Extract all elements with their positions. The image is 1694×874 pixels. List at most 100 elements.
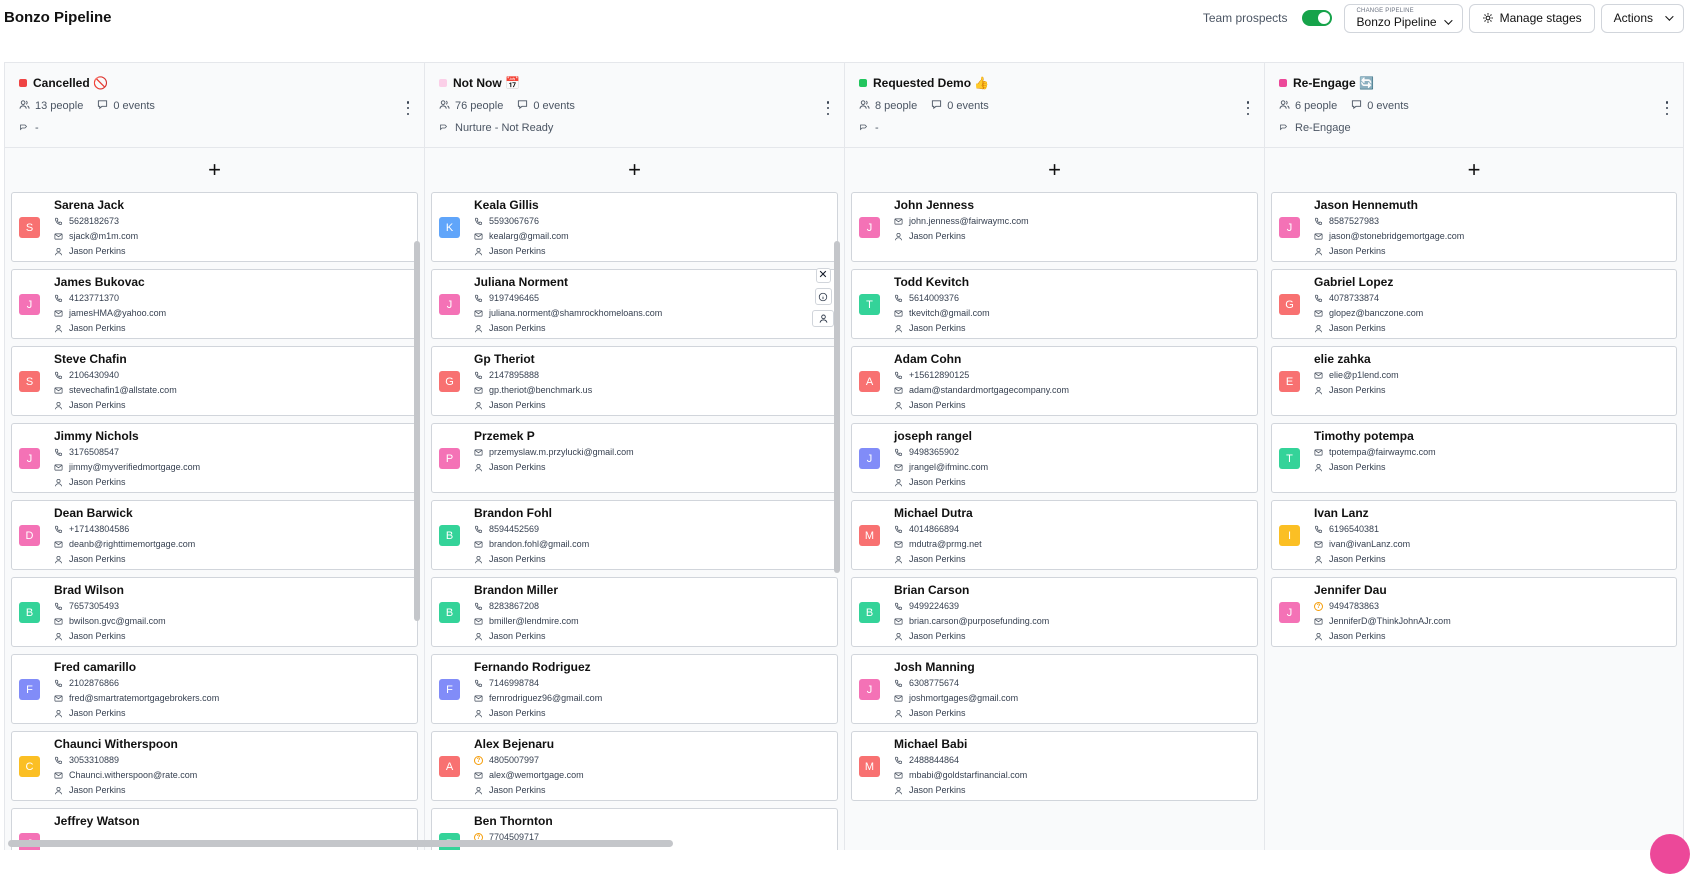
owner-name: Jason Perkins bbox=[909, 708, 966, 718]
person-icon bbox=[474, 709, 483, 718]
email-address: Chaunci.witherspoon@rate.com bbox=[69, 770, 198, 780]
owner-line: Jason Perkins bbox=[54, 398, 417, 413]
mail-icon bbox=[894, 217, 903, 226]
stage-color-dot bbox=[19, 79, 27, 87]
phone-icon bbox=[894, 525, 903, 534]
add-prospect-button[interactable]: + bbox=[425, 148, 844, 192]
add-prospect-button[interactable]: + bbox=[1265, 148, 1683, 192]
prospect-card[interactable]: M Michael Dutra 4014866894 mdutra@prmg.net… bbox=[851, 500, 1258, 570]
person-icon bbox=[1314, 324, 1323, 333]
vertical-scrollbar[interactable] bbox=[834, 241, 840, 573]
prospect-card[interactable]: B Brad Wilson 7657305493 bwilson.gvc@gmail… bbox=[11, 577, 418, 647]
phone-icon bbox=[474, 371, 483, 380]
add-prospect-button[interactable]: + bbox=[845, 148, 1264, 192]
team-prospects-toggle[interactable] bbox=[1301, 10, 1332, 26]
owner-line: Jason Perkins bbox=[894, 706, 1257, 721]
prospect-card[interactable]: J Juliana Norment 9197496465 juliana.norme… bbox=[431, 268, 838, 339]
phone-number: 2102876866 bbox=[69, 678, 120, 688]
stage-menu-icon[interactable] bbox=[826, 101, 830, 115]
phone-line: 2147895888 bbox=[474, 368, 837, 383]
avatar: J bbox=[859, 217, 880, 238]
prospect-card[interactable]: A Adam Cohn +15612890125 adam@standardmort… bbox=[851, 346, 1258, 416]
prospect-card[interactable]: S Sarena Jack 5628182673 sjack@m1m.com Jaso… bbox=[11, 192, 418, 262]
top-controls: Team prospects CHANGE PIPELINE Bonzo Pip… bbox=[1203, 3, 1684, 33]
prospect-card[interactable]: J James Bukovac 4123771370 jamesHMA@yahoo.… bbox=[11, 269, 418, 339]
email-address: john.jenness@fairwaymc.com bbox=[909, 216, 1029, 226]
prospect-card[interactable]: F Fernando Rodriguez 7146998784 fernrodrig… bbox=[431, 654, 838, 724]
avatar: J bbox=[1279, 217, 1300, 238]
prospect-card[interactable]: B Brian Carson 9499224639 brian.carson@pur… bbox=[851, 577, 1258, 647]
prospect-card[interactable]: J joseph rangel 9498365902 jrangel@ifminc.… bbox=[851, 423, 1258, 493]
prospect-card[interactable]: G Gabriel Lopez 4078733874 glopez@banczone… bbox=[1271, 269, 1677, 339]
prospect-card[interactable]: K Keala Gillis 5593067676 kealarg@gmail.co… bbox=[431, 192, 838, 262]
email-address: juliana.norment@shamrockhomeloans.com bbox=[489, 308, 663, 318]
prospect-card[interactable]: T Timothy potempa tpotempa@fairwaymc.com J… bbox=[1271, 423, 1677, 493]
phone-icon bbox=[1314, 525, 1323, 534]
mail-icon bbox=[54, 694, 63, 703]
owner-line: Jason Perkins bbox=[54, 706, 417, 721]
prospect-name: Alex Bejenaru bbox=[474, 737, 555, 751]
mail-icon bbox=[54, 386, 63, 395]
avatar: C bbox=[19, 756, 40, 777]
email-address: gp.theriot@benchmark.us bbox=[489, 385, 593, 395]
phone-icon bbox=[54, 371, 63, 380]
email-line: gp.theriot@benchmark.us bbox=[474, 383, 837, 398]
gear-icon bbox=[1482, 13, 1493, 23]
horizontal-scrollbar[interactable] bbox=[8, 840, 673, 847]
stage-stats: 6 people 0 events bbox=[1279, 99, 1669, 113]
change-pipeline-button[interactable]: CHANGE PIPELINE Bonzo Pipeline bbox=[1343, 3, 1463, 33]
email-address: kealarg@gmail.com bbox=[489, 231, 569, 241]
avatar: T bbox=[859, 294, 880, 315]
manage-stages-button[interactable]: Manage stages bbox=[1468, 3, 1595, 33]
email-line: fred@smartratemortgagebrokers.com bbox=[54, 691, 417, 706]
stage-menu-icon[interactable] bbox=[406, 101, 410, 115]
assign-user-icon[interactable] bbox=[812, 310, 834, 327]
email-line: fernrodriguez96@gmail.com bbox=[474, 691, 837, 706]
prospect-card[interactable]: F Fred camarillo 2102876866 fred@smartrate… bbox=[11, 654, 418, 724]
phone-number: 5593067676 bbox=[489, 216, 540, 226]
prospect-card[interactable]: J Jason Hennemuth 8587527983 jason@stonebr… bbox=[1271, 192, 1677, 262]
person-icon bbox=[54, 555, 63, 564]
owner-name: Jason Perkins bbox=[489, 631, 546, 641]
email-line: ivan@ivanLanz.com bbox=[1314, 537, 1676, 552]
info-icon[interactable] bbox=[814, 288, 832, 305]
prospect-card[interactable]: B Brandon Miller 8283867208 bmiller@lendmi… bbox=[431, 577, 838, 647]
prospect-card[interactable]: A Alex Bejenaru? 4805007997 alex@wemortgag… bbox=[431, 731, 838, 801]
people-count: 8 people bbox=[875, 100, 918, 112]
mail-icon bbox=[54, 540, 63, 549]
stage-menu-icon[interactable] bbox=[1246, 101, 1250, 115]
prospect-card[interactable]: J Josh Manning 6308775674 joshmortgages@gm… bbox=[851, 654, 1258, 724]
mail-icon bbox=[54, 771, 63, 780]
prospect-card[interactable]: S Steve Chafin 2106430940 stevechafin1@all… bbox=[11, 346, 418, 416]
owner-line: Jason Perkins bbox=[474, 783, 837, 798]
prospect-card[interactable]: B Brandon Fohl 8594452569 brandon.fohl@gma… bbox=[431, 500, 838, 570]
prospect-card[interactable]: M Michael Babi 2488844864 mbabi@goldstarfi… bbox=[851, 731, 1258, 801]
prospect-card[interactable]: G Gp Theriot 2147895888 gp.theriot@benchma… bbox=[431, 346, 838, 416]
email-line: sjack@m1m.com bbox=[54, 229, 417, 244]
plus-icon: + bbox=[1467, 157, 1481, 182]
prospect-card[interactable]: I Ivan Lanz 6196540381 ivan@ivanLanz.com Ja… bbox=[1271, 500, 1677, 570]
owner-name: Jason Perkins bbox=[1329, 246, 1386, 256]
actions-button[interactable]: Actions bbox=[1600, 3, 1684, 33]
prospect-card[interactable]: E elie zahka elie@p1lend.com Jason Perkins bbox=[1271, 346, 1677, 416]
close-icon[interactable]: ✕ bbox=[815, 268, 831, 283]
prospect-card[interactable]: P Przemek P przemyslaw.m.przylucki@gmail.… bbox=[431, 423, 838, 493]
stage-title: Requested Demo 👍 bbox=[859, 75, 1250, 91]
help-chat-button[interactable] bbox=[1650, 834, 1690, 874]
phone-number: 2106430940 bbox=[69, 370, 120, 380]
prospect-card[interactable]: J Jimmy Nichols 3176508547 jimmy@myverifie… bbox=[11, 423, 418, 493]
phone-number: 6196540381 bbox=[1329, 524, 1380, 534]
prospect-card[interactable]: D Dean Barwick +17143804586 deanb@righttim… bbox=[11, 500, 418, 570]
stage-column: Requested Demo 👍 8 people 0 events - + J… bbox=[844, 63, 1264, 850]
prospect-card[interactable]: J Jennifer Dau? 9494783863 JenniferD@Think… bbox=[1271, 577, 1677, 647]
email-address: deanb@righttimemortgage.com bbox=[69, 539, 196, 549]
owner-line: Jason Perkins bbox=[894, 321, 1257, 336]
vertical-scrollbar[interactable] bbox=[414, 241, 420, 621]
stage-menu-icon[interactable] bbox=[1665, 101, 1669, 115]
prospect-card[interactable]: T Todd Kevitch 5614009376 tkevitch@gmail.c… bbox=[851, 269, 1258, 339]
add-prospect-button[interactable]: + bbox=[5, 148, 424, 192]
prospect-card[interactable]: C Chaunci Witherspoon 3053310889 Chaunci.w… bbox=[11, 731, 418, 801]
email-line: juliana.norment@shamrockhomeloans.com bbox=[474, 306, 837, 321]
prospect-card[interactable]: J John Jenness john.jenness@fairwaymc.com… bbox=[851, 192, 1258, 262]
phone-icon bbox=[894, 371, 903, 380]
